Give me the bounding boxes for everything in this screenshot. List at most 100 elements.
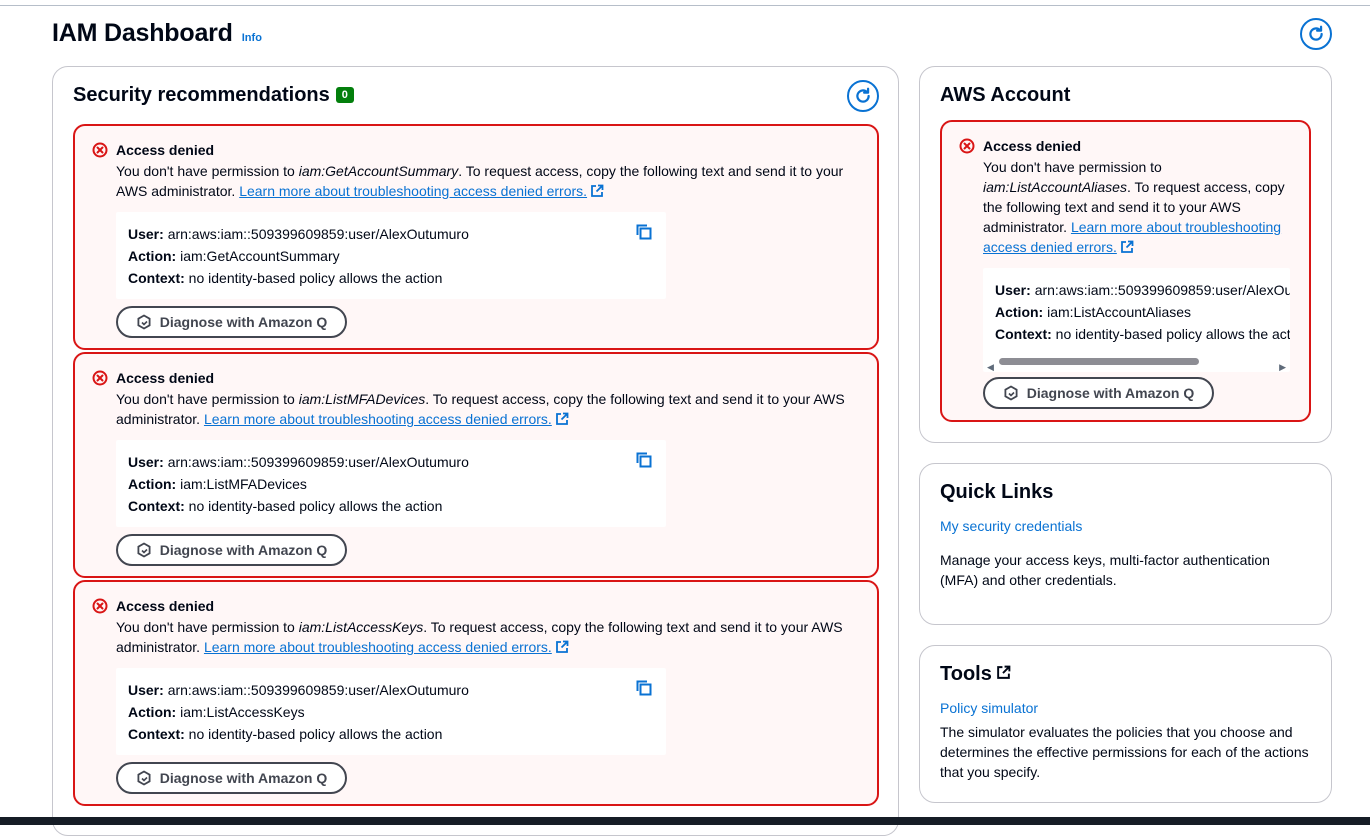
tools-card: Tools Policy simulator The simulator eva… bbox=[919, 645, 1332, 803]
diagnose-with-amazon-q-button[interactable]: Diagnose with Amazon Q bbox=[116, 762, 347, 794]
diagnose-with-amazon-q-button[interactable]: Diagnose with Amazon Q bbox=[983, 377, 1214, 409]
detail-value: iam:ListAccessKeys bbox=[180, 704, 305, 720]
detail-label: User: bbox=[128, 226, 164, 242]
recommendation-count-badge: 0 bbox=[335, 87, 354, 103]
detail-value: arn:aws:iam::509399609859:user/AlexOutum… bbox=[1034, 282, 1290, 298]
diagnose-with-amazon-q-button[interactable]: Diagnose with Amazon Q bbox=[116, 306, 347, 338]
alert-text: You don't have permission to bbox=[983, 159, 1162, 175]
external-link-icon bbox=[1120, 240, 1134, 253]
my-security-credentials-link[interactable]: My security credentials bbox=[940, 518, 1082, 534]
dashboard-refresh-button[interactable] bbox=[1300, 18, 1332, 50]
detail-value: no identity-based policy allows the acti… bbox=[188, 498, 443, 514]
quick-links-description: Manage your access keys, multi-factor au… bbox=[940, 552, 1270, 588]
access-denied-alert: Access denied You don't have permission … bbox=[73, 352, 879, 578]
detail-user-row: User: arn:aws:iam::509399609859:user/Ale… bbox=[128, 451, 654, 473]
detail-action-row: Action: iam:ListAccessKeys bbox=[128, 701, 654, 723]
detail-user-row: User: arn:aws:iam::509399609859:user/Ale… bbox=[128, 223, 654, 245]
alert-action-name: iam:ListMFADevices bbox=[298, 391, 426, 407]
detail-user-row: User: arn:aws:iam::509399609859:user/Ale… bbox=[128, 679, 654, 701]
copy-icon[interactable] bbox=[635, 451, 653, 469]
diagnose-button-label: Diagnose with Amazon Q bbox=[159, 314, 328, 330]
alert-title: Access denied bbox=[983, 138, 1082, 154]
detail-action-row: Action: iam:ListMFADevices bbox=[128, 473, 654, 495]
diagnose-button-label: Diagnose with Amazon Q bbox=[159, 770, 328, 786]
access-denied-alert: Access denied You don't have permission … bbox=[73, 124, 879, 350]
diagnose-button-label: Diagnose with Amazon Q bbox=[1026, 385, 1195, 401]
security-refresh-button[interactable] bbox=[847, 80, 879, 112]
detail-label: User: bbox=[128, 682, 164, 698]
alert-title: Access denied bbox=[116, 370, 215, 386]
tools-title: Tools bbox=[940, 663, 1011, 686]
external-link-icon bbox=[555, 640, 569, 653]
copy-icon[interactable] bbox=[635, 223, 653, 241]
alert-message: You don't have permission to iam:ListAcc… bbox=[983, 157, 1295, 257]
info-link[interactable]: Info bbox=[242, 32, 262, 44]
detail-value: arn:aws:iam::509399609859:user/AlexOutum… bbox=[167, 682, 469, 698]
troubleshooting-link[interactable]: Learn more about troubleshooting access … bbox=[204, 411, 552, 427]
quick-links-title: Quick Links bbox=[940, 481, 1054, 503]
detail-action-row: Action: iam:ListAccountAliases bbox=[995, 301, 1278, 323]
error-icon bbox=[92, 142, 108, 158]
amazon-q-icon bbox=[137, 542, 151, 558]
alert-action-name: iam:ListAccessKeys bbox=[298, 619, 424, 635]
refresh-icon bbox=[1309, 25, 1323, 41]
page-title: IAM Dashboard bbox=[52, 19, 233, 47]
bottom-bar bbox=[0, 817, 1370, 825]
detail-action-row: Action: iam:GetAccountSummary bbox=[128, 245, 654, 267]
detail-context-row: Context: no identity-based policy allows… bbox=[128, 723, 654, 745]
refresh-icon bbox=[856, 87, 870, 103]
access-denied-details: User: arn:aws:iam::509399609859:user/Ale… bbox=[116, 668, 666, 755]
copy-icon[interactable] bbox=[635, 679, 653, 697]
external-link-icon bbox=[997, 665, 1011, 679]
alert-message: You don't have permission to iam:GetAcco… bbox=[116, 161, 864, 201]
detail-label: User: bbox=[995, 282, 1031, 298]
amazon-q-icon bbox=[137, 770, 151, 786]
policy-simulator-link[interactable]: Policy simulator bbox=[940, 700, 1038, 716]
external-link-icon bbox=[555, 412, 569, 425]
detail-value: no identity-based policy allows the acti… bbox=[1055, 326, 1290, 342]
alert-action-name: iam:GetAccountSummary bbox=[298, 163, 459, 179]
detail-context-row: Context: no identity-based policy allows… bbox=[128, 495, 654, 517]
external-link-icon bbox=[591, 184, 604, 197]
detail-label: Action: bbox=[128, 476, 177, 492]
detail-value: iam:ListMFADevices bbox=[180, 476, 307, 492]
alert-message: You don't have permission to iam:ListAcc… bbox=[116, 617, 864, 657]
detail-value: arn:aws:iam::509399609859:user/AlexOutum… bbox=[167, 454, 469, 470]
troubleshooting-link[interactable]: Learn more about troubleshooting access … bbox=[239, 183, 587, 199]
access-denied-details: User: arn:aws:iam::509399609859:user/Ale… bbox=[983, 268, 1290, 372]
alert-action-name: iam:ListAccountAliases bbox=[983, 179, 1127, 195]
alert-text: You don't have permission to bbox=[116, 163, 299, 179]
detail-value: iam:ListAccountAliases bbox=[1047, 304, 1192, 320]
diagnose-with-amazon-q-button[interactable]: Diagnose with Amazon Q bbox=[116, 534, 347, 566]
scroll-left-icon[interactable]: ◀ bbox=[987, 356, 994, 372]
quick-links-card: Quick Links My security credentials Mana… bbox=[919, 463, 1332, 625]
amazon-q-icon bbox=[1004, 385, 1018, 401]
detail-value: no identity-based policy allows the acti… bbox=[188, 270, 443, 286]
security-title-text: Security recommendations bbox=[73, 84, 330, 106]
security-recommendations-title: Security recommendations 0 bbox=[73, 84, 354, 107]
detail-label: User: bbox=[128, 454, 164, 470]
detail-label: Context: bbox=[128, 726, 185, 742]
tools-title-text: Tools bbox=[940, 663, 992, 685]
diagnose-button-label: Diagnose with Amazon Q bbox=[159, 542, 328, 558]
tools-description: The simulator evaluates the policies tha… bbox=[940, 724, 1309, 780]
detail-context-row: Context: no identity-based policy allows… bbox=[128, 267, 654, 289]
alert-title: Access denied bbox=[116, 598, 215, 614]
horizontal-scrollbar[interactable]: ◀ ▶ bbox=[983, 354, 1290, 372]
alert-message: You don't have permission to iam:ListMFA… bbox=[116, 389, 864, 429]
scroll-right-icon[interactable]: ▶ bbox=[1279, 356, 1286, 372]
alert-text: You don't have permission to bbox=[116, 619, 299, 635]
aws-account-title: AWS Account bbox=[940, 84, 1071, 106]
amazon-q-icon bbox=[137, 314, 151, 330]
alert-text: You don't have permission to bbox=[116, 391, 299, 407]
access-denied-details: User: arn:aws:iam::509399609859:user/Ale… bbox=[116, 440, 666, 527]
detail-label: Action: bbox=[128, 248, 177, 264]
scrollbar-thumb[interactable] bbox=[999, 358, 1199, 365]
top-divider bbox=[0, 5, 1370, 6]
detail-context-row: Context: no identity-based policy allows… bbox=[995, 323, 1290, 345]
detail-label: Context: bbox=[128, 498, 185, 514]
error-icon bbox=[92, 598, 108, 614]
troubleshooting-link[interactable]: Learn more about troubleshooting access … bbox=[204, 639, 552, 655]
detail-user-row: User: arn:aws:iam::509399609859:user/Ale… bbox=[995, 279, 1290, 301]
detail-label: Context: bbox=[128, 270, 185, 286]
